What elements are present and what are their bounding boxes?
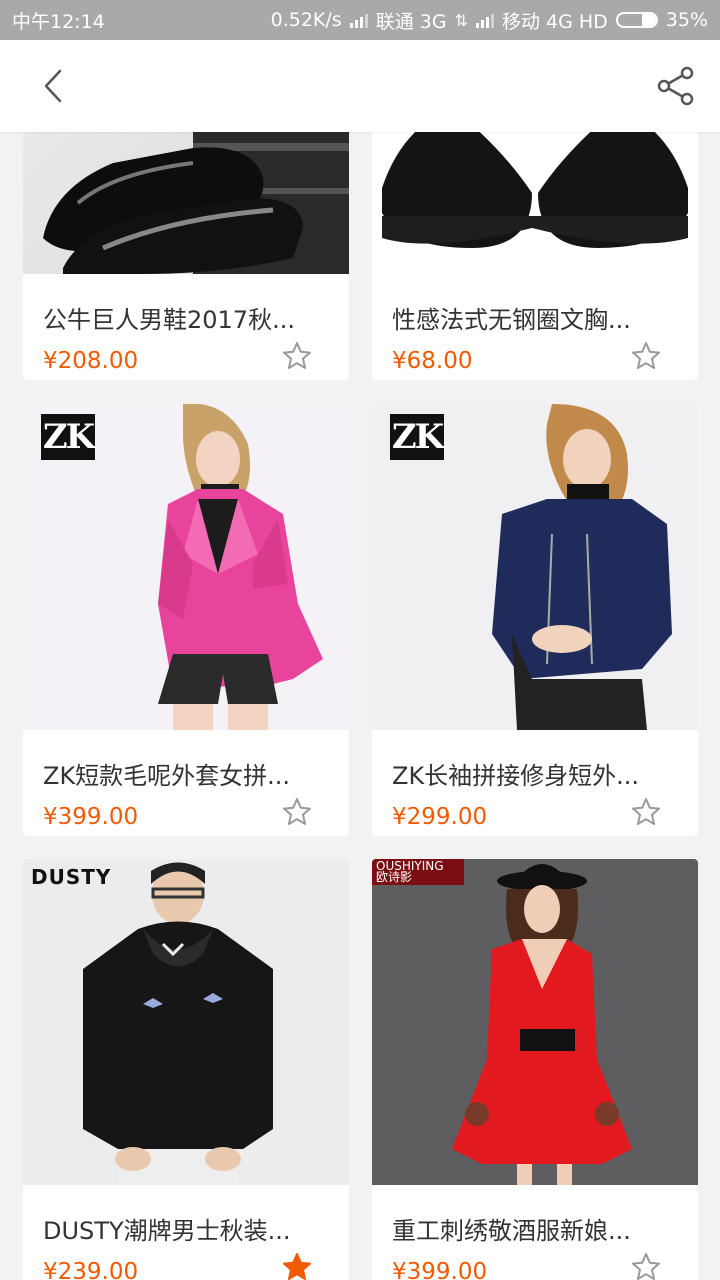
battery-icon <box>615 12 658 28</box>
product-price: ¥239.00 <box>43 1259 139 1280</box>
product-image: OUSHIYING 欧诗影 <box>372 859 698 1185</box>
product-title: ZK长袖拼接修身短外... <box>392 762 640 790</box>
signal-icon <box>349 12 368 28</box>
brand-logo: OUSHIYING 欧诗影 <box>372 859 464 885</box>
product-title: 公牛巨人男鞋2017秋... <box>43 306 295 334</box>
product-image: ZK <box>372 404 698 730</box>
network-speed: 0.52K/s <box>270 9 342 31</box>
brand-logo: ZK <box>41 414 95 460</box>
product-image: DUSTY <box>23 859 349 1185</box>
star-outline-icon[interactable] <box>630 340 662 372</box>
product-price: ¥208.00 <box>43 348 139 374</box>
product-card[interactable]: ZK ZK长袖拼接修身短外... ¥299.00 <box>372 404 698 836</box>
product-title: 重工刺绣敬酒服新娘... <box>392 1217 631 1245</box>
chevron-left-icon <box>44 69 62 103</box>
star-outline-icon[interactable] <box>630 796 662 828</box>
product-grid: 公牛巨人男鞋2017秋... ¥208.00 性感法式无钢圈文胸... ¥68.… <box>0 132 720 1280</box>
data-transfer-icon: ⇅ <box>454 10 468 30</box>
product-card[interactable]: 公牛巨人男鞋2017秋... ¥208.00 <box>23 132 349 380</box>
product-image <box>23 132 349 274</box>
battery-percent: 35% <box>665 9 708 31</box>
share-icon <box>657 66 694 106</box>
star-outline-icon[interactable] <box>281 340 313 372</box>
signal-icon-2 <box>475 12 494 28</box>
product-card[interactable]: 性感法式无钢圈文胸... ¥68.00 <box>372 132 698 380</box>
product-card[interactable]: OUSHIYING 欧诗影 重工刺绣敬酒服新娘... ¥399.00 <box>372 859 698 1280</box>
carrier-2: 移动 4G HD <box>501 10 608 33</box>
back-button[interactable] <box>30 62 78 110</box>
status-bar: 中午12:14 0.52K/s 联通 3G ⇅ 移动 4G HD 35% <box>0 0 720 40</box>
star-filled-icon[interactable] <box>281 1251 313 1280</box>
product-price: ¥399.00 <box>392 1259 488 1280</box>
product-title: 性感法式无钢圈文胸... <box>392 306 631 334</box>
product-card[interactable]: ZK ZK短款毛呢外套女拼... ¥399.00 <box>23 404 349 836</box>
product-title: ZK短款毛呢外套女拼... <box>43 762 291 790</box>
product-image <box>372 132 698 274</box>
top-nav-bar <box>0 40 720 132</box>
product-price: ¥399.00 <box>43 804 139 830</box>
product-price: ¥299.00 <box>392 804 488 830</box>
share-button[interactable] <box>652 62 700 110</box>
star-outline-icon[interactable] <box>630 1251 662 1280</box>
carrier-1: 联通 3G <box>375 10 447 33</box>
product-price: ¥68.00 <box>392 348 473 374</box>
brand-logo: DUSTY <box>31 865 112 889</box>
status-right: 0.52K/s 联通 3G ⇅ 移动 4G HD 35% <box>271 7 708 34</box>
product-image: ZK <box>23 404 349 730</box>
status-time: 中午12:14 <box>12 10 105 33</box>
product-card[interactable]: DUSTY DUSTY潮牌男士秋装... ¥239.00 <box>23 859 349 1280</box>
star-outline-icon[interactable] <box>281 796 313 828</box>
product-title: DUSTY潮牌男士秋装... <box>43 1217 291 1245</box>
brand-logo: ZK <box>390 414 444 460</box>
